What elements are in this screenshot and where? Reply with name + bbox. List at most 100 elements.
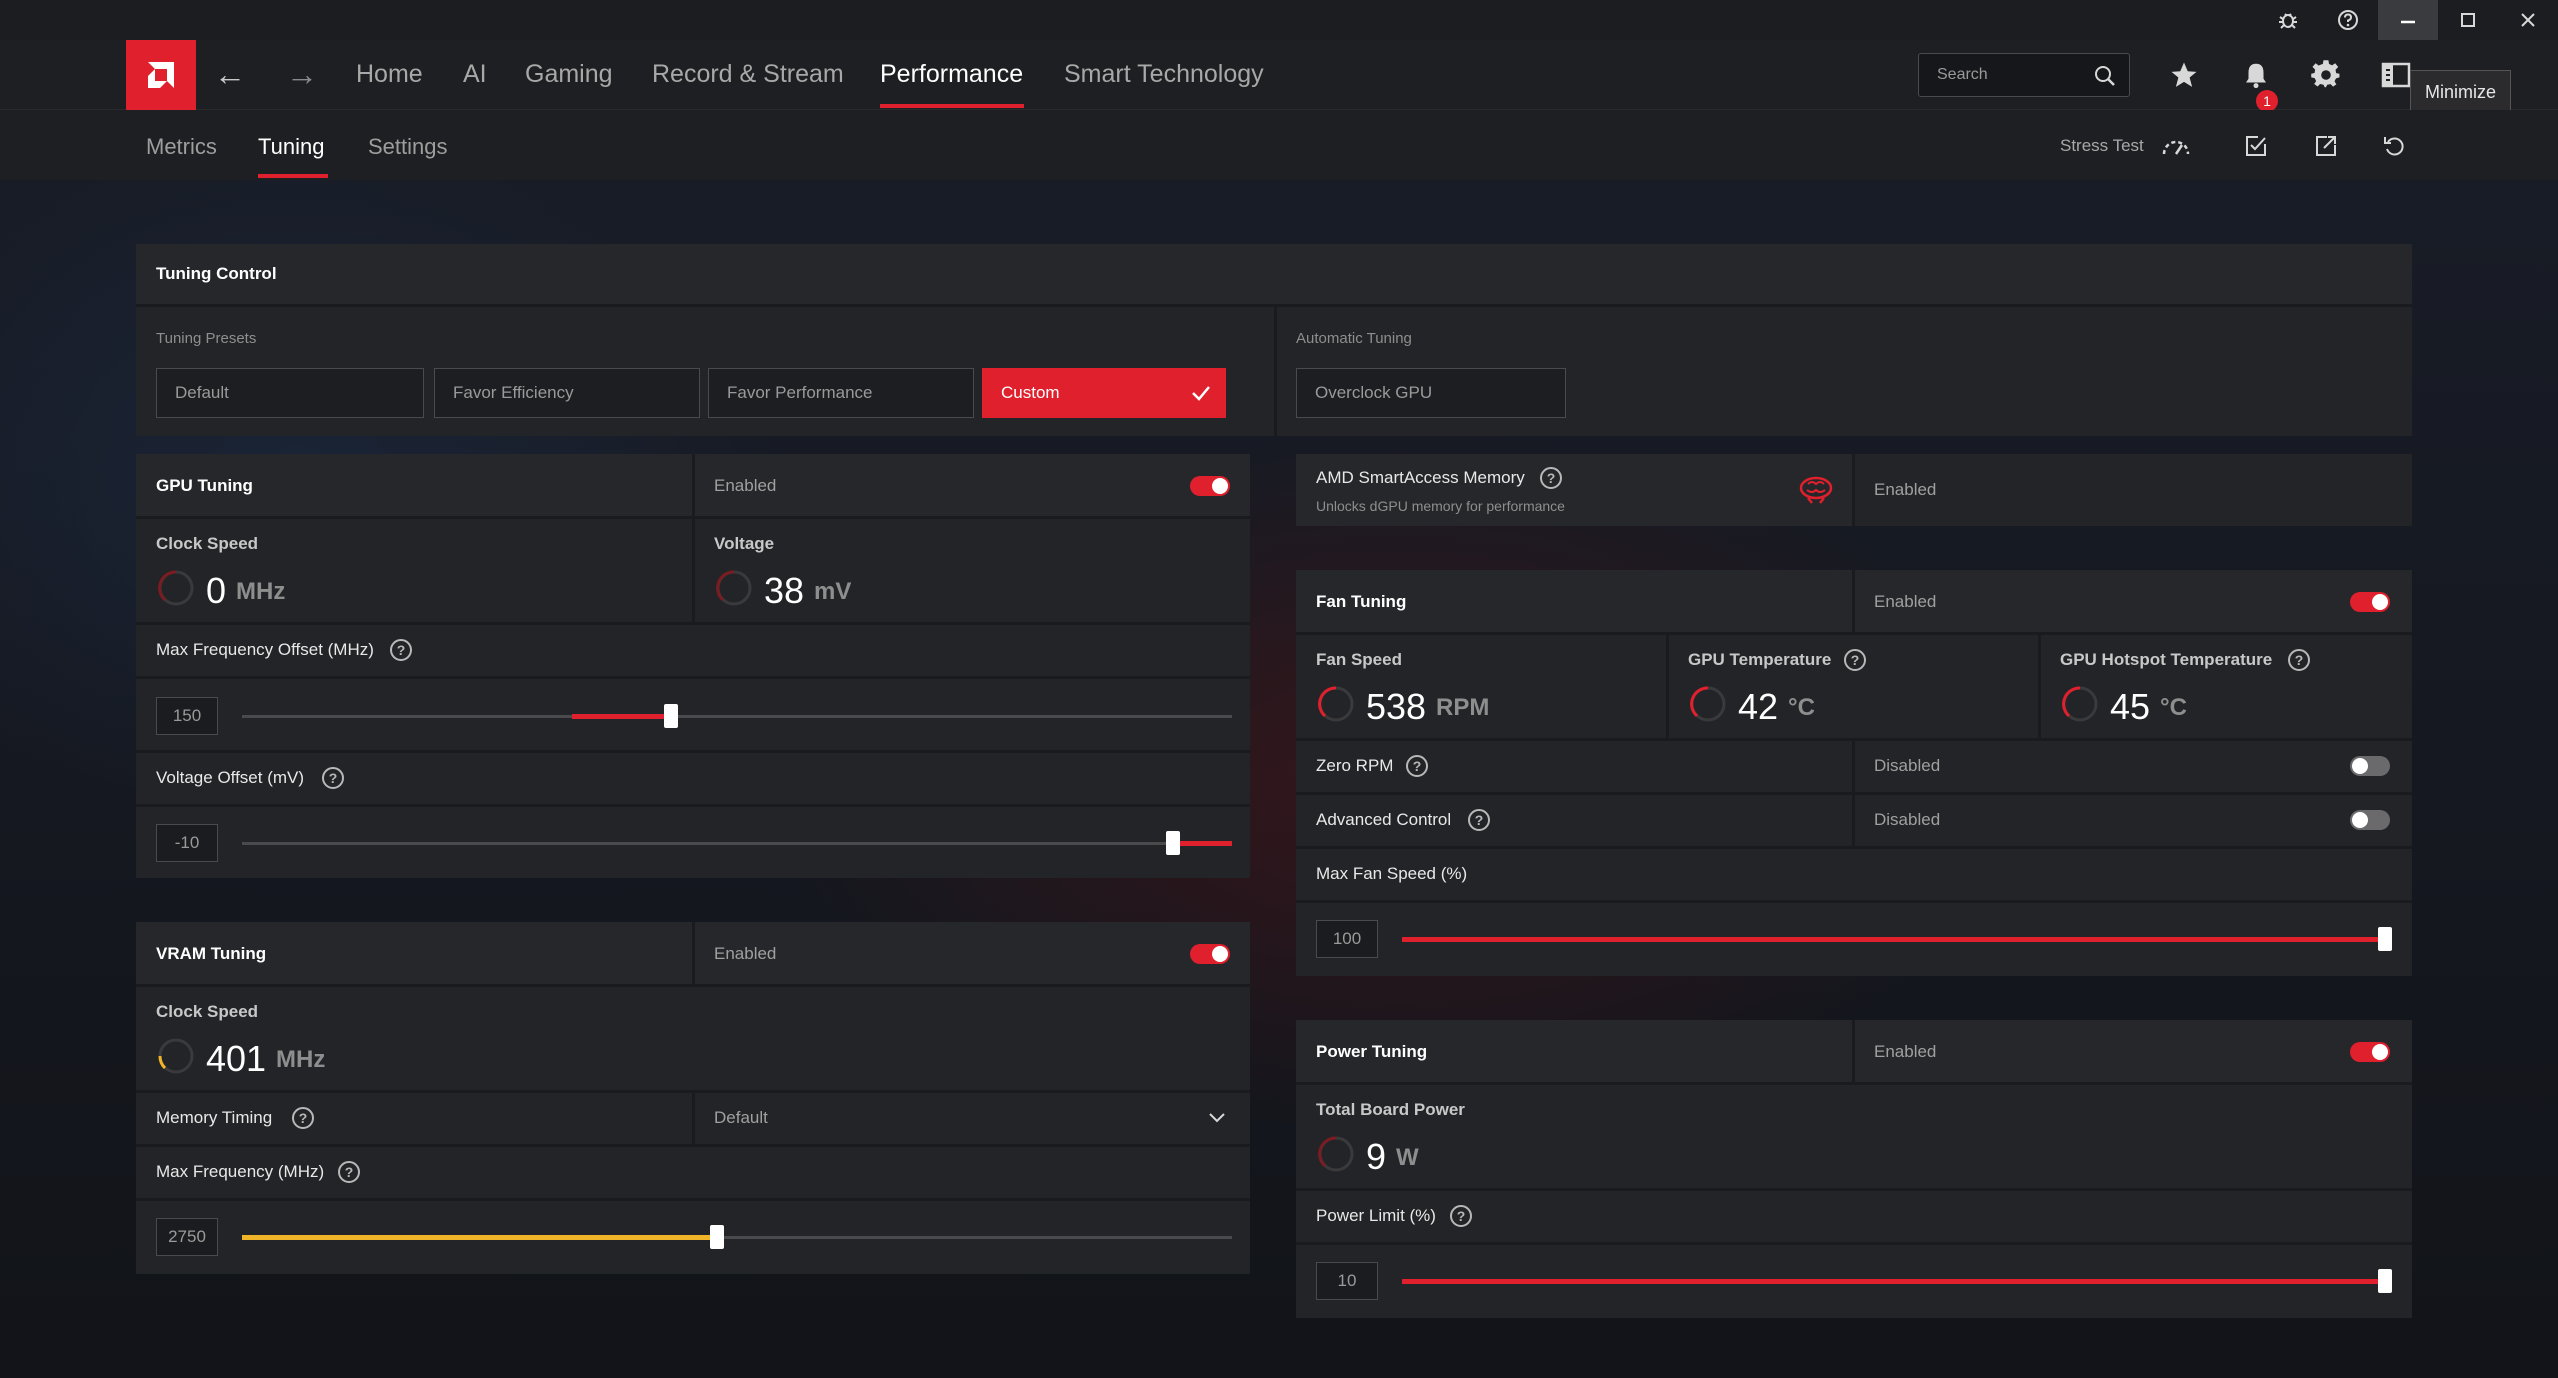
divider <box>692 454 695 622</box>
star-icon[interactable] <box>2166 57 2202 93</box>
help-icon[interactable] <box>2318 0 2378 40</box>
help-circle-icon[interactable]: ? <box>1468 809 1490 831</box>
export-icon[interactable] <box>2310 130 2342 162</box>
nav-record-stream[interactable]: Record & Stream <box>652 60 844 89</box>
vram-tuning-toggle[interactable] <box>1190 944 1230 964</box>
preset-default-button[interactable]: Default <box>156 368 424 418</box>
zero-rpm-status: Disabled <box>1874 756 1941 775</box>
nav-performance[interactable]: Performance <box>880 60 1023 89</box>
divider <box>1274 304 1277 436</box>
search-placeholder: Search <box>1937 66 1988 83</box>
gpu-clock-value: 0 <box>206 570 227 611</box>
divider <box>1296 900 2412 903</box>
gpu-tuning-status: Enabled <box>714 476 777 495</box>
max-frequency-input[interactable]: 2750 <box>156 1218 218 1256</box>
vram-tuning-title: VRAM Tuning <box>156 944 267 963</box>
reset-icon[interactable] <box>2378 130 2410 162</box>
help-circle-icon[interactable]: ? <box>2288 649 2310 671</box>
tab-settings[interactable]: Settings <box>368 134 448 160</box>
advanced-control-toggle[interactable] <box>2350 810 2390 830</box>
preset-custom-button[interactable]: Custom <box>982 368 1226 418</box>
advanced-control-status: Disabled <box>1874 810 1941 829</box>
max-frequency-slider[interactable] <box>710 1225 724 1249</box>
help-circle-icon[interactable]: ? <box>1540 467 1562 489</box>
memory-timing-dropdown[interactable]: Default <box>695 1093 1250 1144</box>
divider <box>136 622 1250 625</box>
max-fan-speed-input[interactable]: 100 <box>1316 920 1378 958</box>
help-circle-icon[interactable]: ? <box>322 767 344 789</box>
sidebar-toggle-icon[interactable] <box>2378 57 2414 93</box>
help-circle-icon[interactable]: ? <box>390 639 412 661</box>
max-frequency-fill <box>242 1235 710 1240</box>
memory-timing-value: Default <box>714 1108 768 1127</box>
memory-timing-label: Memory Timing <box>156 1108 273 1127</box>
power-tuning-toggle[interactable] <box>2350 1042 2390 1062</box>
gpu-voltage-label: Voltage <box>714 534 775 553</box>
stress-test-label[interactable]: Stress Test <box>2060 136 2144 156</box>
power-limit-slider[interactable] <box>2378 1269 2392 1293</box>
back-arrow-icon[interactable]: ← <box>214 56 246 93</box>
minimize-tooltip: Minimize <box>2410 70 2512 114</box>
help-circle-icon[interactable]: ? <box>338 1161 360 1183</box>
board-power-value: 9 <box>1366 1136 1387 1177</box>
fan-speed-label: Fan Speed <box>1316 650 1402 669</box>
divider <box>136 804 1250 807</box>
forward-arrow-icon[interactable]: → <box>286 56 318 93</box>
voltage-offset-slider[interactable] <box>1166 831 1180 855</box>
preset-favor-efficiency-button[interactable]: Favor Efficiency <box>434 368 700 418</box>
memory-brain-icon <box>1799 476 1833 504</box>
divider <box>1296 846 2412 849</box>
gpu-temperature-label: GPU Temperature <box>1688 650 1832 669</box>
bug-icon[interactable] <box>2258 0 2318 40</box>
divider <box>1296 1188 2412 1191</box>
nav-ai[interactable]: AI <box>463 60 487 89</box>
power-limit-input[interactable]: 10 <box>1316 1262 1378 1300</box>
apply-changes-icon[interactable] <box>2240 130 2272 162</box>
nav-gaming[interactable]: Gaming <box>525 60 613 89</box>
max-frequency-offset-input[interactable]: 150 <box>156 697 218 735</box>
nav-home[interactable]: Home <box>356 60 423 89</box>
max-frequency-label: Max Frequency (MHz) <box>156 1162 325 1181</box>
tab-active-indicator <box>258 174 328 178</box>
gpu-temperature-value: 42 <box>1738 686 1779 727</box>
fan-tuning-toggle[interactable] <box>2350 592 2390 612</box>
gpu-temperature-gauge-icon <box>1690 686 1726 722</box>
help-circle-icon[interactable]: ? <box>1844 649 1866 671</box>
gpu-hotspot-value: 45 <box>2110 686 2151 727</box>
overclock-gpu-button[interactable]: Overclock GPU <box>1296 368 1566 418</box>
power-tuning-title: Power Tuning <box>1316 1042 1428 1061</box>
help-circle-icon[interactable]: ? <box>292 1107 314 1129</box>
help-circle-icon[interactable]: ? <box>1406 755 1428 777</box>
max-fan-speed-slider[interactable] <box>2378 927 2392 951</box>
gear-icon[interactable] <box>2308 57 2344 93</box>
minimize-icon[interactable] <box>2378 0 2438 40</box>
fan-tuning-status: Enabled <box>1874 592 1937 611</box>
gpu-tuning-toggle[interactable] <box>1190 476 1230 496</box>
max-frequency-offset-slider[interactable] <box>664 704 678 728</box>
divider <box>1852 1020 1855 1082</box>
help-circle-icon[interactable]: ? <box>1450 1205 1472 1227</box>
stress-test-gauge-icon[interactable] <box>2160 130 2192 162</box>
gpu-clock-gauge-icon <box>158 570 194 606</box>
gpu-tuning-title: GPU Tuning <box>156 476 253 495</box>
search-input[interactable]: Search <box>1918 53 2130 97</box>
max-fan-speed-label: Max Fan Speed (%) <box>1316 864 1468 883</box>
close-icon[interactable] <box>2498 0 2558 40</box>
gpu-temperature-unit: °C <box>1788 694 1815 721</box>
nav-smart-technology[interactable]: Smart Technology <box>1064 60 1264 89</box>
top-nav: ← → Home AI Gaming Record & Stream Perfo… <box>0 40 2558 112</box>
bell-icon[interactable] <box>2238 57 2274 93</box>
max-frequency-offset-fill <box>572 714 672 719</box>
vram-clock-unit: MHz <box>276 1046 326 1073</box>
preset-favor-performance-button[interactable]: Favor Performance <box>708 368 974 418</box>
voltage-offset-input[interactable]: -10 <box>156 824 218 862</box>
tab-tuning[interactable]: Tuning <box>258 134 324 160</box>
maximize-icon[interactable] <box>2438 0 2498 40</box>
amd-logo[interactable] <box>126 40 196 110</box>
tab-metrics[interactable]: Metrics <box>146 134 217 160</box>
voltage-offset-track <box>242 842 1232 845</box>
zero-rpm-toggle[interactable] <box>2350 756 2390 776</box>
smart-access-memory-status: Enabled <box>1874 480 1937 499</box>
fan-speed-unit: RPM <box>1436 694 1490 721</box>
divider <box>1296 1082 2412 1085</box>
